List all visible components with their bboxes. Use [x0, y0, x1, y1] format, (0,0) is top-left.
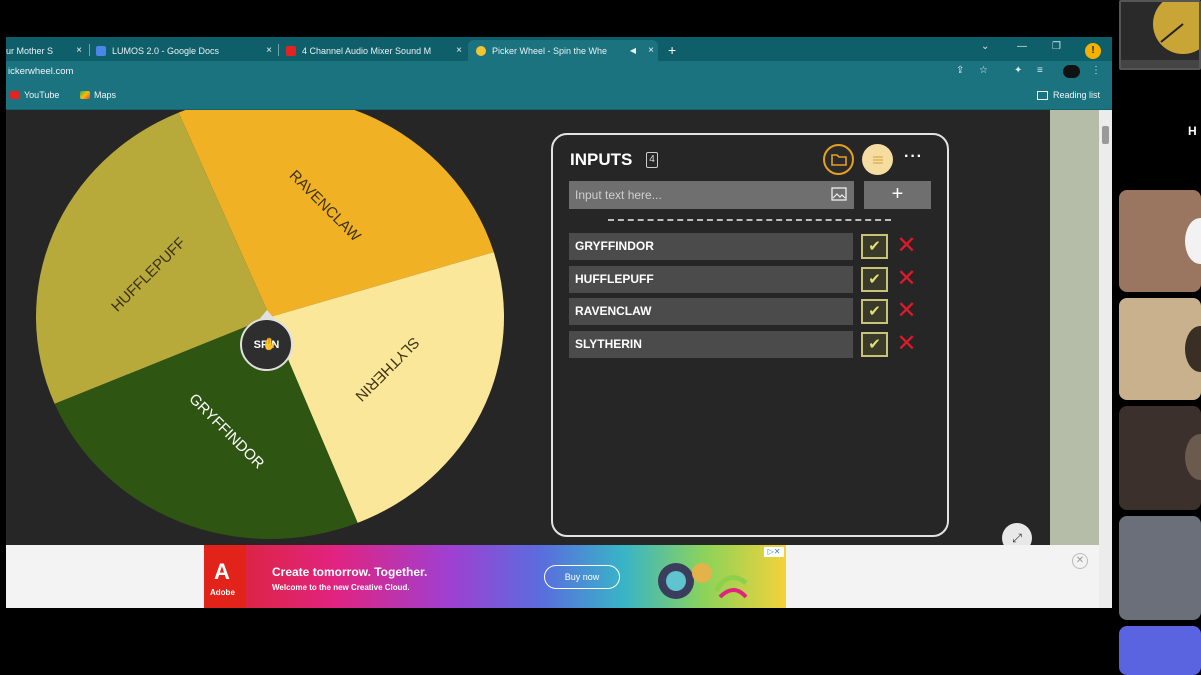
- adobe-logo: A Adobe: [204, 545, 246, 608]
- tab-close-icon[interactable]: ×: [266, 45, 272, 56]
- delete-icon[interactable]: ✕: [894, 299, 919, 324]
- video-tile-participant[interactable]: [1119, 406, 1201, 510]
- list-view-button[interactable]: [862, 144, 893, 175]
- page-content: RAVENCLAW SLYTHERIN GRYFFINDOR HUFFLEPUFF S…: [6, 110, 1050, 545]
- ad-subline: Welcome to the new Creative Cloud.: [272, 583, 410, 592]
- ad-choices-icon[interactable]: ▷✕: [764, 547, 784, 557]
- avatar: [1185, 218, 1201, 264]
- folder-icon: [830, 154, 847, 166]
- entry-checkbox[interactable]: ✔: [861, 234, 888, 259]
- reading-list-label: Reading list: [1052, 90, 1100, 100]
- ad-close-icon[interactable]: ✕: [1072, 553, 1088, 569]
- ad-banner[interactable]: A Adobe Create tomorrow. Together. Welco…: [204, 545, 786, 608]
- minimize-icon[interactable]: —: [1017, 41, 1027, 52]
- inputs-panel: INPUTS 4 ··· + GRYFFINDOR ✔ ✕ HUFFLEPUFF…: [551, 133, 949, 537]
- entry-row[interactable]: GRYFFINDOR: [569, 233, 853, 260]
- delete-icon[interactable]: ✕: [894, 234, 919, 259]
- image-icon[interactable]: [831, 187, 847, 201]
- hand-cursor-icon: ✋: [262, 337, 277, 351]
- tab-close-icon[interactable]: ×: [648, 45, 654, 56]
- tab-label: ur Mother S: [6, 45, 54, 56]
- inputs-title: INPUTS: [570, 150, 633, 169]
- maps-icon: [80, 91, 90, 99]
- adobe-mark-icon: A: [214, 559, 230, 584]
- more-options-button[interactable]: ···: [904, 148, 923, 166]
- tab-label: LUMOS 2.0 - Google Docs: [112, 45, 220, 56]
- page-scrollbar[interactable]: [1099, 110, 1112, 608]
- browser-window: ur Mother S × LUMOS 2.0 - Google Docs × …: [6, 37, 1112, 608]
- reading-list-button[interactable]: Reading list: [1036, 90, 1100, 100]
- ad-headline: Create tomorrow. Together.: [272, 565, 428, 579]
- tab-separator: [89, 44, 90, 56]
- update-badge[interactable]: !: [1085, 43, 1101, 59]
- bookmarks-bar: YouTube Maps Reading list: [6, 82, 1112, 110]
- entry-row[interactable]: HUFFLEPUFF: [569, 266, 853, 293]
- new-tab-button[interactable]: +: [668, 42, 676, 58]
- open-folder-button[interactable]: [823, 144, 854, 175]
- avatar: [1185, 326, 1201, 372]
- ad-buy-button[interactable]: Buy now: [544, 565, 620, 589]
- entry-row[interactable]: RAVENCLAW: [569, 298, 853, 325]
- list-icon: [872, 155, 883, 164]
- entry-row[interactable]: SLYTHERIN: [569, 331, 853, 358]
- video-tile-screen-share[interactable]: [1119, 0, 1201, 70]
- tab-picker-wheel[interactable]: Picker Wheel - Spin the Whe ◀ ×: [468, 40, 658, 61]
- delete-icon[interactable]: ✕: [894, 267, 919, 292]
- tab-search-icon[interactable]: ⌄: [981, 41, 989, 52]
- ad-artwork: [658, 563, 748, 599]
- entry-checkbox[interactable]: ✔: [861, 267, 888, 292]
- video-tile-participant[interactable]: [1119, 190, 1201, 292]
- share-icon[interactable]: ⇪: [956, 65, 964, 76]
- tab-bar: ur Mother S × LUMOS 2.0 - Google Docs × …: [6, 37, 1112, 61]
- tab-close-icon[interactable]: ×: [456, 45, 462, 56]
- extensions-icon[interactable]: ✦: [1014, 65, 1022, 76]
- tab-lumos-docs[interactable]: LUMOS 2.0 - Google Docs ×: [96, 40, 276, 61]
- reading-list-icon: [1036, 90, 1048, 100]
- restore-icon[interactable]: ❐: [1052, 41, 1061, 52]
- video-tile-participant[interactable]: [1119, 298, 1201, 400]
- media-queue-icon[interactable]: ≡: [1037, 65, 1043, 76]
- avatar: [1185, 434, 1201, 480]
- ad-area: A Adobe Create tomorrow. Together. Welco…: [6, 545, 1099, 608]
- delete-icon[interactable]: ✕: [894, 332, 919, 357]
- bookmark-label: YouTube: [24, 90, 60, 100]
- inputs-count-badge: 4: [646, 152, 658, 168]
- entry-checkbox[interactable]: ✔: [861, 332, 888, 357]
- scrollbar-thumb[interactable]: [1102, 126, 1109, 144]
- youtube-icon: [10, 91, 20, 99]
- tab-close-icon[interactable]: ×: [76, 45, 82, 56]
- picker-wheel-icon: [476, 45, 486, 56]
- profile-avatar[interactable]: [1063, 65, 1080, 78]
- tab-label: Picker Wheel - Spin the Whe: [492, 45, 608, 56]
- tab-audio-mixer[interactable]: 4 Channel Audio Mixer Sound M ×: [286, 40, 466, 61]
- speaker-icon[interactable]: ◀: [630, 46, 636, 55]
- input-text-field[interactable]: [569, 181, 854, 209]
- tab-separator: [278, 44, 279, 56]
- url-text[interactable]: ickerwheel.com: [8, 66, 73, 77]
- bookmark-star-icon[interactable]: ☆: [979, 65, 988, 76]
- screen: ur Mother S × LUMOS 2.0 - Google Docs × …: [0, 0, 1201, 675]
- menu-kebab-icon[interactable]: ⋮: [1091, 65, 1101, 76]
- tab-label: 4 Channel Audio Mixer Sound M: [302, 45, 432, 56]
- video-tile-participant[interactable]: [1119, 516, 1201, 620]
- google-docs-icon: [96, 45, 106, 56]
- entry-checkbox[interactable]: ✔: [861, 299, 888, 324]
- participant-initial: H: [1188, 124, 1197, 138]
- tab-mother[interactable]: ur Mother S ×: [6, 40, 86, 61]
- adobe-logo-text: Adobe: [210, 588, 235, 597]
- add-entry-button[interactable]: +: [864, 181, 931, 209]
- bookmark-youtube[interactable]: YouTube: [10, 90, 59, 100]
- divider: [608, 219, 891, 221]
- bookmark-label: Maps: [94, 90, 117, 100]
- page-side-strip: [1050, 110, 1099, 545]
- address-bar[interactable]: ickerwheel.com ⇪ ☆ ✦ ≡ ⋮: [6, 61, 1112, 82]
- video-tile-participant[interactable]: [1119, 626, 1201, 675]
- shared-screen-thumbnail: [1121, 2, 1199, 68]
- bookmark-maps[interactable]: Maps: [80, 90, 116, 100]
- youtube-icon: [286, 45, 296, 56]
